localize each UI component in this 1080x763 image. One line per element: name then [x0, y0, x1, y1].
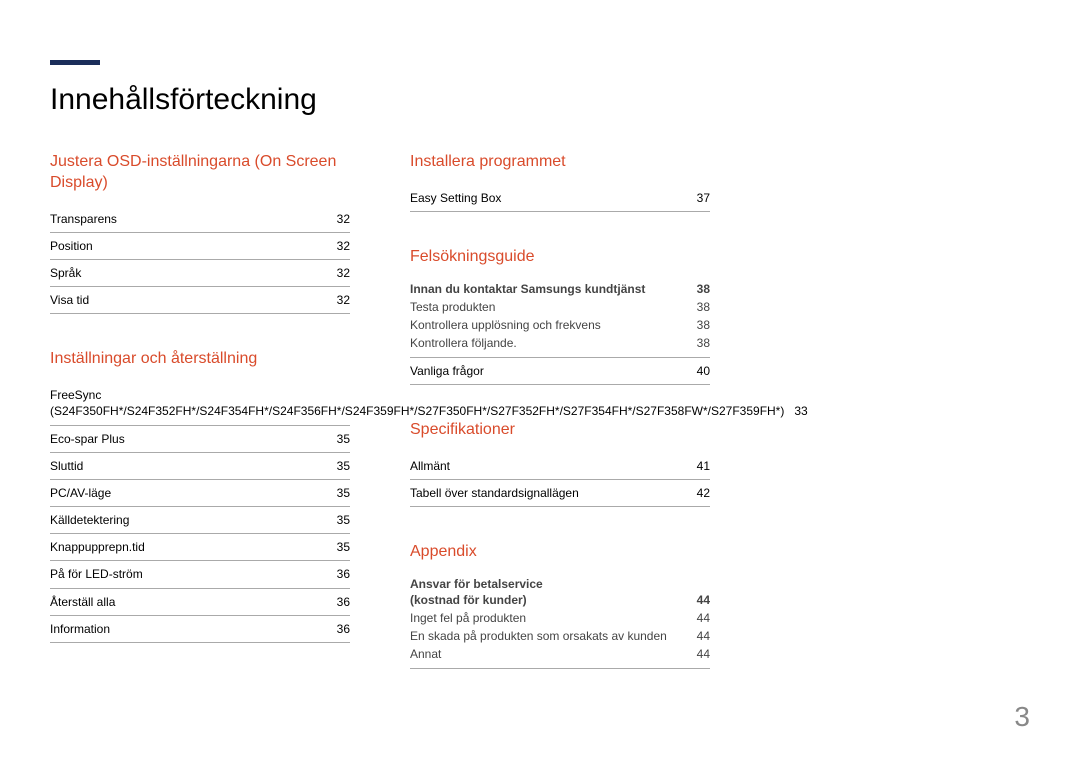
section-heading: Specifikationer: [410, 420, 710, 441]
section-osd: Justera OSD-inställningarna (On Screen D…: [50, 152, 350, 314]
toc-page: 37: [697, 190, 710, 206]
toc-page: 44: [697, 646, 710, 662]
accent-bar: [50, 60, 100, 65]
toc-label: Transparens: [50, 211, 337, 227]
toc-page: 35: [337, 431, 350, 447]
toc-row: Allmänt 41: [410, 453, 710, 480]
toc-page: 32: [337, 265, 350, 281]
toc-page: 36: [337, 566, 350, 582]
toc-row: Knappupprepn.tid 35: [50, 534, 350, 561]
toc-row: Easy Setting Box 37: [410, 185, 710, 212]
column-1: Justera OSD-inställningarna (On Screen D…: [50, 152, 350, 704]
toc-label: En skada på produkten som orsakats av ku…: [410, 628, 697, 644]
toc-page: 32: [337, 238, 350, 254]
toc-row: Innan du kontaktar Samsungs kundtjänst 3…: [410, 280, 710, 298]
toc-page: 35: [337, 458, 350, 474]
toc-page: 38: [697, 317, 710, 333]
toc-row: På för LED-ström 36: [50, 561, 350, 588]
toc-row: En skada på produkten som orsakats av ku…: [410, 627, 710, 645]
toc-page: 44: [697, 592, 710, 608]
column-2: Installera programmet Easy Setting Box 3…: [410, 152, 710, 704]
toc-subgroup: Innan du kontaktar Samsungs kundtjänst 3…: [410, 280, 710, 358]
toc-page: 42: [697, 485, 710, 501]
toc-label: Vanliga frågor: [410, 363, 697, 379]
toc-label: Testa produkten: [410, 299, 697, 315]
toc-page: 38: [697, 335, 710, 351]
toc-row: Transparens 32: [50, 206, 350, 233]
toc-label: Innan du kontaktar Samsungs kundtjänst: [410, 281, 697, 297]
toc-row: Inget fel på produkten 44: [410, 609, 710, 627]
toc-columns: Justera OSD-inställningarna (On Screen D…: [50, 152, 1030, 704]
toc-page: 36: [337, 594, 350, 610]
toc-row: Vanliga frågor 40: [410, 358, 710, 385]
toc-row: Eco-spar Plus 35: [50, 426, 350, 453]
section-troubleshoot: Felsökningsguide Innan du kontaktar Sams…: [410, 247, 710, 385]
toc-label: Sluttid: [50, 458, 337, 474]
section-install: Installera programmet Easy Setting Box 3…: [410, 152, 710, 212]
toc-page: 40: [697, 363, 710, 379]
toc-page: 32: [337, 211, 350, 227]
toc-label: Knappupprepn.tid: [50, 539, 337, 555]
toc-page: 38: [697, 281, 710, 297]
toc-row: Ansvar för betalservice: [410, 575, 710, 592]
toc-row: Position 32: [50, 233, 350, 260]
toc-label: Easy Setting Box: [410, 190, 697, 206]
section-heading: Felsökningsguide: [410, 247, 710, 268]
toc-page: 33: [794, 403, 807, 419]
toc-row: Sluttid 35: [50, 453, 350, 480]
toc-row: Källdetektering 35: [50, 507, 350, 534]
toc-label: Ansvar för betalservice: [410, 576, 710, 592]
toc-page: 35: [337, 539, 350, 555]
toc-label: Visa tid: [50, 292, 337, 308]
toc-label: Kontrollera upplösning och frekvens: [410, 317, 697, 333]
section-heading: Appendix: [410, 542, 710, 563]
toc-row: Visa tid 32: [50, 287, 350, 314]
toc-label: Allmänt: [410, 458, 697, 474]
section-appendix: Appendix Ansvar för betalservice (kostna…: [410, 542, 710, 669]
section-heading: Installera programmet: [410, 152, 710, 173]
toc-subgroup: Ansvar för betalservice (kostnad för kun…: [410, 575, 710, 669]
toc-page: 44: [697, 610, 710, 626]
toc-page: 35: [337, 512, 350, 528]
toc-label: Språk: [50, 265, 337, 281]
toc-page: 44: [697, 628, 710, 644]
toc-label: På för LED-ström: [50, 566, 337, 582]
toc-row: Språk 32: [50, 260, 350, 287]
toc-label: Inget fel på produkten: [410, 610, 697, 626]
toc-row: Tabell över standardsignallägen 42: [410, 480, 710, 507]
toc-row: PC/AV-läge 35: [50, 480, 350, 507]
toc-page: 35: [337, 485, 350, 501]
toc-label: Eco-spar Plus: [50, 431, 337, 447]
toc-label: Källdetektering: [50, 512, 337, 528]
toc-label: PC/AV-läge: [50, 485, 337, 501]
toc-label: Annat: [410, 646, 697, 662]
toc-label: Kontrollera följande.: [410, 335, 697, 351]
toc-label: Position: [50, 238, 337, 254]
toc-row: Information 36: [50, 616, 350, 643]
section-heading: Inställningar och återställning: [50, 349, 350, 370]
toc-label: Tabell över standardsignallägen: [410, 485, 697, 501]
toc-page: 41: [697, 458, 710, 474]
toc-page: 36: [337, 621, 350, 637]
section-heading: Justera OSD-inställningarna (On Screen D…: [50, 152, 350, 194]
toc-row: Testa produkten 38: [410, 298, 710, 316]
page-number: 3: [1014, 701, 1030, 733]
toc-label: Återställ alla: [50, 594, 337, 610]
section-specs: Specifikationer Allmänt 41 Tabell över s…: [410, 420, 710, 507]
toc-row: Återställ alla 36: [50, 589, 350, 616]
toc-label: (kostnad för kunder): [410, 592, 697, 608]
toc-page: 32: [337, 292, 350, 308]
toc-label: Information: [50, 621, 337, 637]
toc-row: Annat 44: [410, 645, 710, 663]
section-settings: Inställningar och återställning FreeSync…: [50, 349, 350, 643]
toc-row: (kostnad för kunder) 44: [410, 592, 710, 609]
toc-row: FreeSync (S24F350FH*/S24F352FH*/S24F354F…: [50, 382, 350, 425]
page-title: Innehållsförteckning: [50, 83, 1030, 117]
toc-page: 38: [697, 299, 710, 315]
toc-row: Kontrollera följande. 38: [410, 334, 710, 352]
toc-row: Kontrollera upplösning och frekvens 38: [410, 316, 710, 334]
